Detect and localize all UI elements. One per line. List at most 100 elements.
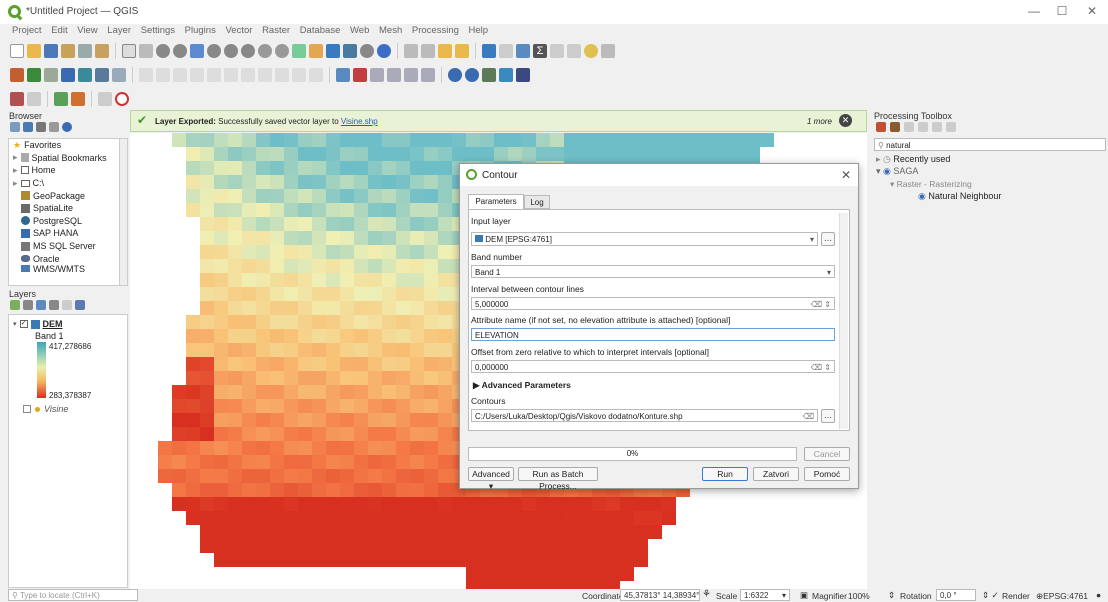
- info-icon[interactable]: [62, 122, 72, 132]
- batch-process-button[interactable]: Run as Batch Process...: [518, 467, 598, 491]
- settings-icon[interactable]: [601, 44, 615, 58]
- save-edits-icon[interactable]: [173, 68, 187, 82]
- layout-manager-icon[interactable]: [78, 44, 92, 58]
- temporal-icon[interactable]: [343, 44, 357, 58]
- zoom-last-icon[interactable]: [258, 44, 272, 58]
- contours-output-input[interactable]: C:/Users/Luka/Desktop/Qgis/Viskovo dodat…: [471, 409, 818, 422]
- scale-select[interactable]: 1:6322 ▾: [740, 589, 790, 601]
- contours-browse-button[interactable]: …: [821, 409, 835, 423]
- toggle-extents-icon[interactable]: ⚘: [702, 589, 711, 600]
- toggle-edit-icon[interactable]: [156, 68, 170, 82]
- add-group-icon[interactable]: [23, 300, 33, 310]
- menu-layer[interactable]: Layer: [107, 25, 131, 36]
- coordinate-input[interactable]: 45,37813° 14,38934°: [620, 589, 700, 601]
- browser-item[interactable]: MS SQL Server: [9, 240, 127, 253]
- snap-icon[interactable]: [98, 92, 112, 106]
- add-raster-icon[interactable]: [44, 68, 58, 82]
- lock-icon[interactable]: ▣: [800, 590, 808, 601]
- gps-icon[interactable]: [115, 92, 129, 106]
- interval-input[interactable]: 5,000000 ⌫ ⇕: [471, 297, 835, 310]
- crs-button[interactable]: ⊕EPSG:4761: [1036, 591, 1088, 602]
- zoom-full-icon[interactable]: [190, 44, 204, 58]
- zoom-selection-icon[interactable]: [207, 44, 221, 58]
- more-messages[interactable]: 1 more: [807, 117, 832, 126]
- cancel-button[interactable]: Cancel: [804, 447, 850, 461]
- manage-map-icon[interactable]: [36, 300, 46, 310]
- field-calc-icon[interactable]: [421, 44, 435, 58]
- open-table-icon[interactable]: [404, 44, 418, 58]
- label-move-icon[interactable]: [387, 68, 401, 82]
- attribute-icon[interactable]: [499, 44, 513, 58]
- tree-recent[interactable]: ▸ ◷ Recently used: [876, 154, 950, 165]
- paste-icon[interactable]: [275, 68, 289, 82]
- tree-saga[interactable]: ▾ ◉ SAGA: [876, 166, 918, 177]
- pan-selection-icon[interactable]: [139, 44, 153, 58]
- message-link[interactable]: Visine.shp: [341, 117, 378, 126]
- browser-item[interactable]: ▸ C:\: [9, 177, 127, 190]
- add-wfs-icon[interactable]: [112, 68, 126, 82]
- data-source-icon[interactable]: [10, 68, 24, 82]
- layer-dem[interactable]: ▾ ✓ DEM: [13, 319, 63, 329]
- zoom-native-icon[interactable]: [241, 44, 255, 58]
- menu-plugins[interactable]: Plugins: [185, 25, 216, 36]
- zoom-next-icon[interactable]: [275, 44, 289, 58]
- style-manager-icon[interactable]: [95, 44, 109, 58]
- attribute-name-input[interactable]: ELEVATION: [471, 328, 835, 341]
- add-mesh-icon[interactable]: [61, 68, 75, 82]
- toolbox-search-input[interactable]: ⚲ natural: [874, 138, 1106, 151]
- locator-input[interactable]: ⚲ Type to locate (Ctrl+K): [8, 589, 138, 601]
- cut-icon[interactable]: [241, 68, 255, 82]
- layer-checkbox[interactable]: ✓: [19, 320, 28, 328]
- save-project-icon[interactable]: [44, 44, 58, 58]
- identify-icon[interactable]: [482, 44, 496, 58]
- plugin-icon[interactable]: [499, 68, 513, 82]
- measure-icon[interactable]: [360, 44, 374, 58]
- zoom-layer-icon[interactable]: [224, 44, 238, 58]
- sigma-icon[interactable]: Σ: [533, 44, 547, 58]
- results-icon[interactable]: [918, 122, 928, 132]
- zoom-in-icon[interactable]: [156, 44, 170, 58]
- zoom-region-icon[interactable]: [448, 68, 462, 82]
- browser-item[interactable]: SAP HANA: [9, 227, 127, 240]
- rotation-input[interactable]: 0,0 °: [936, 589, 976, 601]
- label-icon[interactable]: [336, 68, 350, 82]
- menu-help[interactable]: Help: [469, 25, 489, 36]
- delete-icon[interactable]: [224, 68, 238, 82]
- layer-checkbox[interactable]: [23, 405, 31, 413]
- browser-item[interactable]: PostgreSQL: [9, 215, 127, 228]
- python-icon[interactable]: [516, 68, 530, 82]
- tree-algorithm[interactable]: ◉ Natural Neighbour: [918, 191, 1001, 202]
- close-window-button[interactable]: ✕: [1082, 4, 1102, 20]
- browser-item[interactable]: ▸ Home: [9, 164, 127, 177]
- measure-line-icon[interactable]: [550, 44, 564, 58]
- render-checkbox[interactable]: ⇕ ✓: [982, 590, 999, 601]
- add-csv-icon[interactable]: [78, 68, 92, 82]
- layer-visine[interactable]: Visine: [23, 404, 68, 414]
- help-button[interactable]: Pomoć: [804, 467, 850, 481]
- tree-group[interactable]: ▾ Raster - Rasterizing: [890, 179, 972, 190]
- scripts-icon[interactable]: [890, 122, 900, 132]
- redo-icon[interactable]: [309, 68, 323, 82]
- menu-edit[interactable]: Edit: [51, 25, 67, 36]
- zoom-region2-icon[interactable]: [465, 68, 479, 82]
- options-icon[interactable]: [946, 122, 956, 132]
- offset-input[interactable]: 0,000000 ⌫ ⇕: [471, 360, 835, 373]
- dialog-close-icon[interactable]: ✕: [841, 168, 851, 182]
- models-icon[interactable]: [876, 122, 886, 132]
- menu-vector[interactable]: Vector: [225, 25, 252, 36]
- digitize-trace-icon[interactable]: [71, 92, 85, 106]
- refresh-icon[interactable]: [326, 44, 340, 58]
- new-project-icon[interactable]: [10, 44, 24, 58]
- raster-calc-icon[interactable]: [10, 92, 24, 106]
- pan-icon[interactable]: [122, 44, 136, 58]
- band-number-select[interactable]: Band 1 ▾: [471, 265, 835, 278]
- browser-item[interactable]: SpatiaLite: [9, 202, 127, 215]
- show-bookmarks-icon[interactable]: [309, 44, 323, 58]
- collapse-icon[interactable]: [49, 122, 59, 132]
- grid-icon[interactable]: [54, 92, 68, 106]
- menu-settings[interactable]: Settings: [141, 25, 175, 36]
- menu-view[interactable]: View: [77, 25, 97, 36]
- add-wms-icon[interactable]: [95, 68, 109, 82]
- input-browse-button[interactable]: …: [821, 232, 835, 246]
- messages-icon[interactable]: ●: [1096, 590, 1101, 600]
